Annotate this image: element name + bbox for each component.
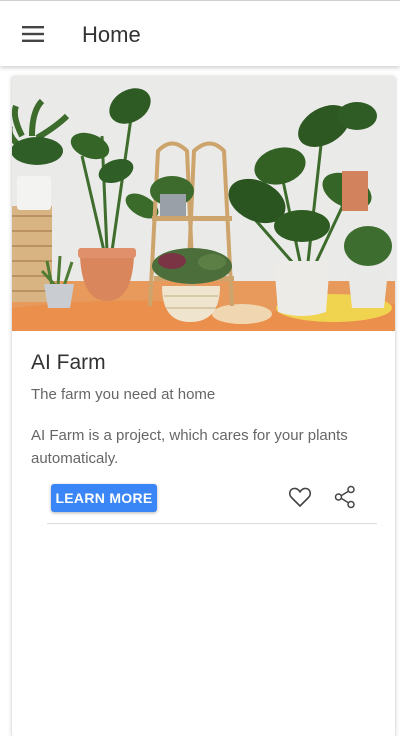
share-button[interactable] (330, 482, 360, 512)
hamburger-menu-icon (22, 26, 44, 42)
card-title: AI Farm (31, 351, 106, 374)
page-title: Home (82, 22, 141, 47)
card-description: AI Farm is a project, which cares for yo… (31, 427, 348, 467)
learn-more-button[interactable]: LEARN MORE (51, 484, 157, 512)
app-bar: Home (0, 0, 400, 66)
ai-farm-card: AI Farm The farm you need at home AI Far… (12, 76, 395, 736)
menu-button[interactable] (14, 17, 52, 51)
actions-divider (47, 523, 377, 524)
heart-icon (288, 487, 312, 507)
favorite-button[interactable] (285, 482, 315, 512)
share-icon (334, 485, 355, 509)
card-image (12, 76, 395, 331)
card-subtitle: The farm you need at home (31, 386, 216, 403)
